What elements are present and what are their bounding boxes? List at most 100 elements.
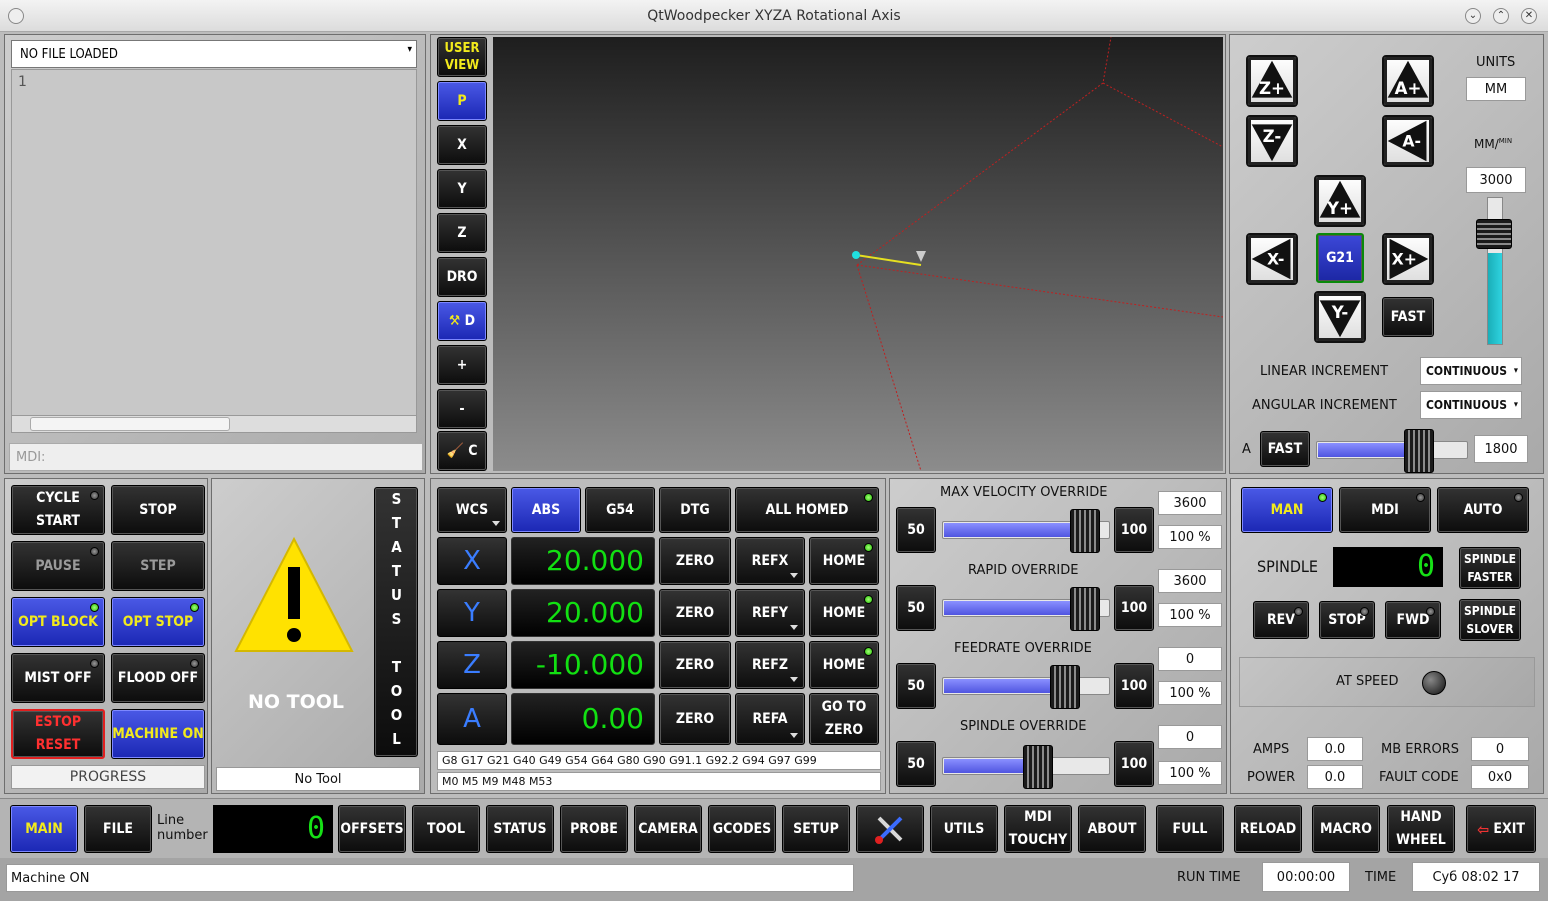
refz-button[interactable]: REFZ bbox=[735, 641, 805, 689]
spindle-faster-button[interactable]: SPINDLE FASTER bbox=[1459, 547, 1521, 589]
linear-increment-select[interactable]: CONTINUOUS ▾ bbox=[1420, 357, 1522, 385]
opt-block-button[interactable]: OPT BLOCK bbox=[11, 597, 105, 647]
zero-a-button[interactable]: ZERO bbox=[659, 693, 731, 745]
jog-z-minus-button[interactable]: Z- bbox=[1246, 115, 1298, 167]
view-dro-button[interactable]: DRO bbox=[437, 257, 487, 297]
jog-x-plus-button[interactable]: X+ bbox=[1382, 233, 1434, 285]
dtg-button[interactable]: DTG bbox=[659, 487, 731, 533]
refx-button[interactable]: REFX bbox=[735, 537, 805, 585]
override-50-button[interactable]: 50 bbox=[896, 585, 936, 631]
view-z-button[interactable]: Z bbox=[437, 213, 487, 253]
jog-y-plus-button[interactable]: Y+ bbox=[1314, 175, 1366, 227]
a-speed-slider[interactable] bbox=[1316, 429, 1468, 473]
jog-y-minus-button[interactable]: Y- bbox=[1314, 291, 1366, 343]
a-rate-field[interactable]: 1800 bbox=[1474, 435, 1528, 463]
g54-button[interactable]: G54 bbox=[585, 487, 655, 533]
view-x-button[interactable]: X bbox=[437, 125, 487, 165]
h-scrollbar[interactable] bbox=[11, 415, 417, 433]
gcode-editor[interactable]: 1 bbox=[11, 69, 417, 433]
axis-y-button[interactable]: Y bbox=[437, 589, 507, 637]
fullscreen-button[interactable]: FULL bbox=[1156, 805, 1224, 853]
estop-reset-button[interactable]: ESTOP RESET bbox=[11, 709, 105, 759]
clear-view-button[interactable]: 🧹 C bbox=[437, 431, 487, 471]
all-homed-button[interactable]: ALL HOMED bbox=[735, 487, 879, 533]
refy-button[interactable]: REFY bbox=[735, 589, 805, 637]
mode-mdi-button[interactable]: MDI bbox=[1339, 487, 1431, 533]
exit-button[interactable]: ⇦ EXIT bbox=[1466, 805, 1536, 853]
zero-y-button[interactable]: ZERO bbox=[659, 589, 731, 637]
tab-mdi-touchy[interactable]: MDI TOUCHY bbox=[1004, 805, 1072, 853]
units-field[interactable]: MM bbox=[1466, 77, 1526, 101]
axis-x-button[interactable]: X bbox=[437, 537, 507, 585]
jog-x-minus-button[interactable]: X- bbox=[1246, 233, 1298, 285]
zoom-in-button[interactable]: + bbox=[437, 345, 487, 385]
tab-tool[interactable]: TOOL bbox=[412, 805, 480, 853]
axis-z-button[interactable]: Z bbox=[437, 641, 507, 689]
goto-zero-button[interactable]: GO TO ZERO bbox=[809, 693, 879, 745]
user-view-button[interactable]: USER VIEW bbox=[437, 37, 487, 77]
maximize-button[interactable]: ⌃ bbox=[1493, 8, 1509, 24]
home-z-button[interactable]: HOME bbox=[809, 641, 879, 689]
jog-speed-knob[interactable] bbox=[1476, 219, 1512, 249]
override-50-button[interactable]: 50 bbox=[896, 663, 936, 709]
reload-button[interactable]: RELOAD bbox=[1234, 805, 1302, 853]
wcs-button[interactable]: WCS bbox=[437, 487, 507, 533]
override-value[interactable]: 3600 bbox=[1158, 491, 1222, 515]
override-100-button[interactable]: 100 bbox=[1114, 507, 1154, 553]
jog-fast-button[interactable]: FAST bbox=[1382, 297, 1434, 337]
override-value[interactable]: 0 bbox=[1158, 725, 1222, 749]
zero-x-button[interactable]: ZERO bbox=[659, 537, 731, 585]
override-slider[interactable] bbox=[942, 745, 1110, 789]
override-50-button[interactable]: 50 bbox=[896, 741, 936, 787]
minimize-button[interactable]: ⌄ bbox=[1465, 8, 1481, 24]
machine-on-button[interactable]: MACHINE ON bbox=[111, 709, 205, 759]
close-button[interactable]: ✕ bbox=[1521, 8, 1537, 24]
flood-button[interactable]: FLOOD OFF bbox=[111, 653, 205, 703]
override-100-button[interactable]: 100 bbox=[1114, 663, 1154, 709]
tab-setup[interactable]: SETUP bbox=[782, 805, 850, 853]
tab-camera[interactable]: CAMERA bbox=[634, 805, 702, 853]
spindle-stop-button[interactable]: STOP bbox=[1319, 601, 1375, 639]
override-knob[interactable] bbox=[1023, 745, 1054, 789]
mist-button[interactable]: MIST OFF bbox=[11, 653, 105, 703]
stop-button[interactable]: STOP bbox=[111, 485, 205, 535]
override-value[interactable]: 0 bbox=[1158, 647, 1222, 671]
scroll-thumb[interactable] bbox=[30, 417, 230, 431]
home-x-button[interactable]: HOME bbox=[809, 537, 879, 585]
tab-probe[interactable]: PROBE bbox=[560, 805, 628, 853]
jog-a-minus-button[interactable]: A- bbox=[1382, 115, 1434, 167]
tab-gcodes[interactable]: GCODES bbox=[708, 805, 776, 853]
override-knob[interactable] bbox=[1070, 587, 1101, 631]
step-button[interactable]: STEP bbox=[111, 541, 205, 591]
override-knob[interactable] bbox=[1070, 509, 1101, 553]
override-value[interactable]: 3600 bbox=[1158, 569, 1222, 593]
override-slider[interactable] bbox=[942, 509, 1110, 553]
override-50-button[interactable]: 50 bbox=[896, 507, 936, 553]
mdi-input[interactable]: MDI: bbox=[9, 443, 423, 471]
jog-speed-slider[interactable] bbox=[1476, 197, 1512, 345]
override-slider[interactable] bbox=[942, 587, 1110, 631]
tab-utils[interactable]: UTILS bbox=[930, 805, 998, 853]
abs-button[interactable]: ABS bbox=[511, 487, 581, 533]
tools-settings-button[interactable] bbox=[856, 805, 924, 853]
tab-main[interactable]: MAIN bbox=[10, 805, 78, 853]
override-knob[interactable] bbox=[1050, 665, 1081, 709]
file-select[interactable]: NO FILE LOADED ▾ bbox=[11, 40, 417, 68]
refa-button[interactable]: REFA bbox=[735, 693, 805, 745]
axis-a-button[interactable]: A bbox=[437, 693, 507, 745]
status-tool-button[interactable]: STATUS TOOL bbox=[374, 487, 418, 757]
zoom-out-button[interactable]: - bbox=[437, 389, 487, 429]
angular-increment-select[interactable]: CONTINUOUS ▾ bbox=[1420, 391, 1522, 419]
cycle-start-button[interactable]: CYCLE START bbox=[11, 485, 105, 535]
pause-button[interactable]: PAUSE bbox=[11, 541, 105, 591]
a-speed-knob[interactable] bbox=[1404, 429, 1435, 473]
override-100-button[interactable]: 100 bbox=[1114, 585, 1154, 631]
jog-a-plus-button[interactable]: A+ bbox=[1382, 55, 1434, 107]
tab-macro[interactable]: MACRO bbox=[1312, 805, 1380, 853]
spindle-slower-button[interactable]: SPINDLE SLOVER bbox=[1459, 599, 1521, 641]
g21-button[interactable]: G21 bbox=[1316, 233, 1364, 283]
spindle-fwd-button[interactable]: FWD bbox=[1385, 601, 1441, 639]
mode-auto-button[interactable]: AUTO bbox=[1437, 487, 1529, 533]
mode-man-button[interactable]: MAN bbox=[1241, 487, 1333, 533]
override-slider[interactable] bbox=[942, 665, 1110, 709]
